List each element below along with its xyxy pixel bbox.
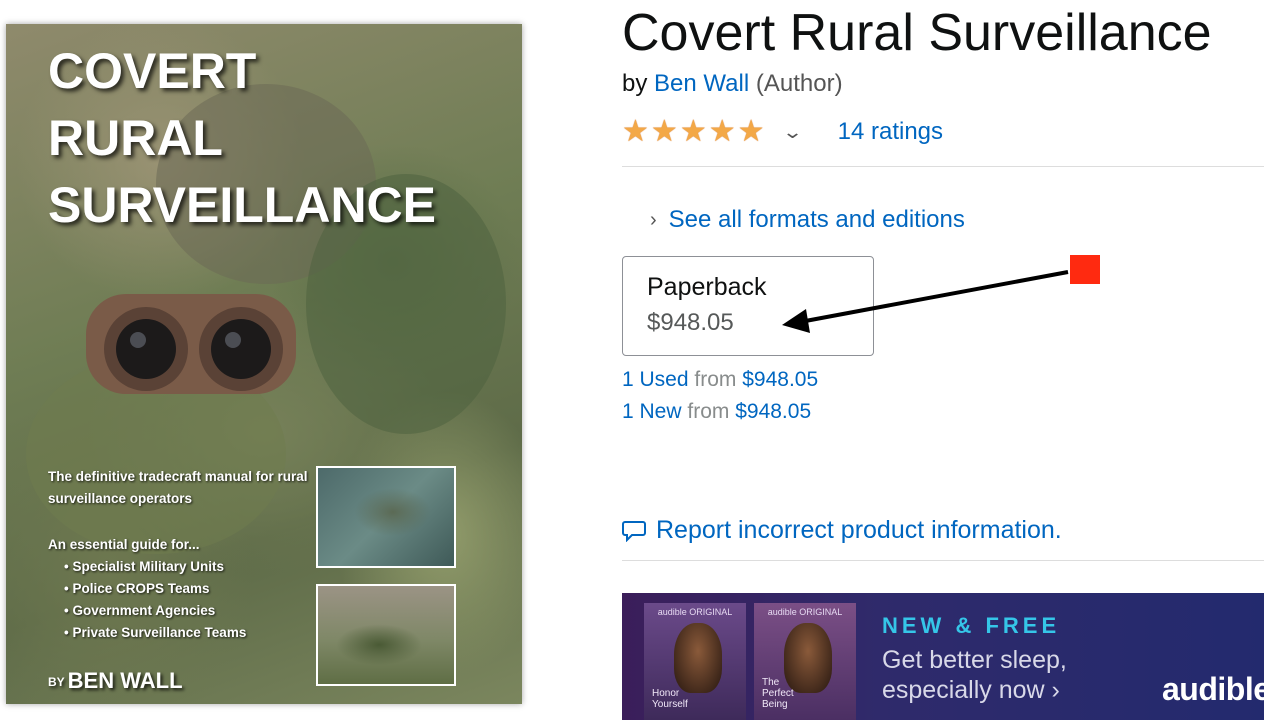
- new-offer-link[interactable]: 1 New: [622, 400, 682, 423]
- book-cover-image[interactable]: COVERT RURAL SURVEILLANCE The definitive…: [6, 24, 522, 704]
- cover-guide-item: Police CROPS Teams: [64, 578, 328, 600]
- new-offer: 1 New from $948.05: [622, 400, 811, 424]
- audiobook-brand: audible ORIGINAL: [657, 607, 733, 617]
- cover-guide: An essential guide for... Specialist Mil…: [48, 534, 328, 644]
- cover-author-name: BEN WALL: [67, 668, 183, 693]
- star-icon: ★: [737, 115, 765, 148]
- format-price: $948.05: [647, 309, 734, 336]
- see-all-formats-link[interactable]: See all formats and editions: [669, 206, 965, 234]
- cover-title-line: RURAL: [48, 110, 223, 166]
- cover-inset-photo: [316, 466, 456, 568]
- used-offer: 1 Used from $948.05: [622, 368, 818, 392]
- see-all-formats[interactable]: › See all formats and editions: [650, 206, 965, 234]
- used-offer-link[interactable]: 1 Used: [622, 368, 689, 391]
- offer-from-label: from: [687, 400, 730, 423]
- audible-logo: audible: [1162, 671, 1264, 707]
- author-link[interactable]: Ben Wall: [654, 70, 749, 97]
- cover-guide-item: Government Agencies: [64, 600, 328, 622]
- divider: [622, 166, 1264, 167]
- divider: [622, 560, 1264, 561]
- chevron-right-icon: ›: [650, 208, 657, 231]
- banner-copy: Get better sleep, especially now ›: [882, 645, 1067, 705]
- audible-ad-banner[interactable]: audible ORIGINAL Honor Yourself audible …: [622, 593, 1264, 720]
- chevron-down-icon[interactable]: ⌄: [782, 122, 803, 143]
- cover-title-line: SURVEILLANCE: [48, 177, 437, 233]
- cover-title: COVERT RURAL SURVEILLANCE: [48, 38, 436, 239]
- star-icon: ★: [650, 115, 678, 148]
- product-title: Covert Rural Surveillance: [622, 4, 1212, 62]
- banner-copy-line: especially now ›: [882, 676, 1060, 704]
- ratings-count-link[interactable]: 14 ratings: [838, 118, 943, 146]
- star-icon: ★: [622, 115, 649, 148]
- report-info-link[interactable]: Report incorrect product information.: [656, 516, 1062, 545]
- audiobook-brand: audible ORIGINAL: [767, 607, 843, 617]
- audiobook-title: Honor Yourself: [652, 688, 688, 710]
- annotation-marker: [1070, 255, 1100, 284]
- cover-author-prefix: BY: [48, 675, 65, 690]
- cover-guide-intro: An essential guide for...: [48, 537, 200, 552]
- binoculars-illustration: [86, 294, 296, 394]
- cover-inset-photo: [316, 584, 456, 686]
- rating-row: ★ ★ ★ ★ ★ ⌄ 14 ratings: [622, 114, 943, 150]
- portrait-image: [674, 623, 722, 693]
- offer-from-label: from: [694, 368, 737, 391]
- format-name: Paperback: [647, 273, 767, 301]
- author-role: (Author): [755, 70, 843, 97]
- new-offer-price[interactable]: $948.05: [735, 400, 811, 423]
- star-icon: ★: [708, 115, 736, 148]
- banner-copy-line: Get better sleep,: [882, 646, 1067, 674]
- cover-title-line: COVERT: [48, 43, 257, 99]
- audiobook-thumbnail: audible ORIGINAL Honor Yourself: [644, 603, 746, 720]
- audiobook-title: The Perfect Being: [762, 677, 794, 710]
- cover-guide-item: Specialist Military Units: [64, 556, 328, 578]
- star-rating[interactable]: ★ ★ ★ ★ ★: [622, 117, 767, 147]
- by-label: by: [622, 70, 648, 97]
- cover-author: BY BEN WALL: [48, 668, 183, 694]
- cover-tagline: The definitive tradecraft manual for rur…: [48, 469, 308, 506]
- speech-bubble-icon: [622, 520, 646, 542]
- banner-headline: NEW & FREE: [882, 613, 1061, 638]
- audiobook-thumbnail: audible ORIGINAL The Perfect Being: [754, 603, 856, 720]
- format-option-paperback[interactable]: Paperback $948.05: [622, 256, 874, 356]
- used-offer-price[interactable]: $948.05: [742, 368, 818, 391]
- report-info[interactable]: Report incorrect product information.: [622, 516, 1062, 545]
- star-icon: ★: [679, 115, 707, 148]
- cover-guide-item: Private Surveillance Teams: [64, 622, 328, 644]
- byline: by Ben Wall (Author): [622, 70, 843, 98]
